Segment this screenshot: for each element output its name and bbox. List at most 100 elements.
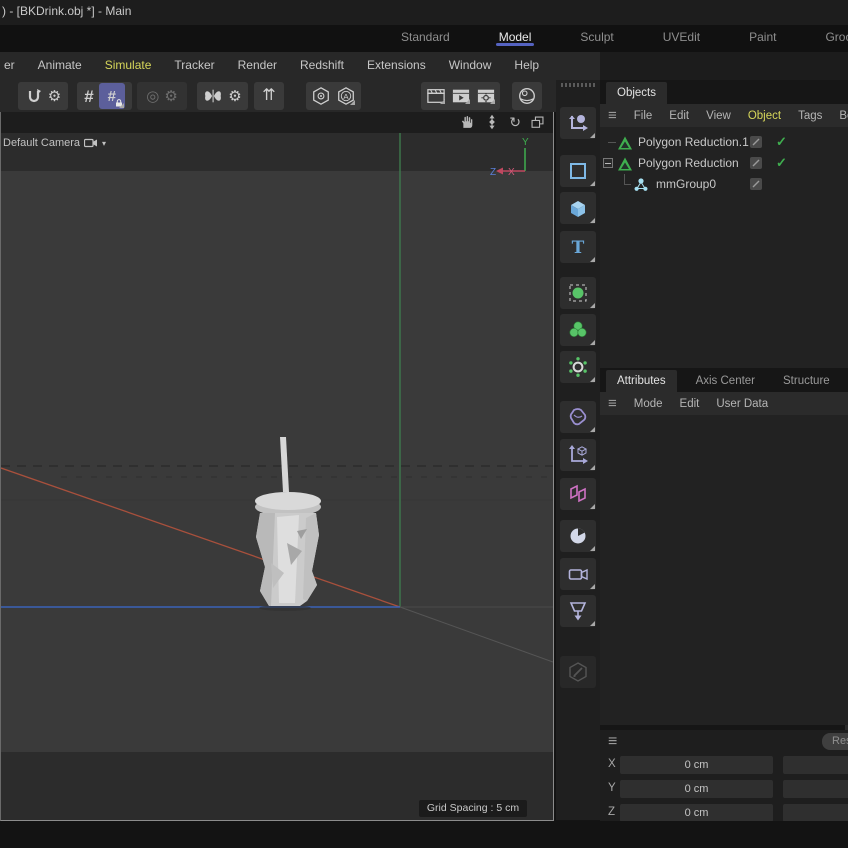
objects-menu-file[interactable]: File — [634, 110, 653, 122]
edit-toggle-icon[interactable] — [750, 178, 762, 190]
viewport-3d-area[interactable] — [1, 133, 553, 820]
collapse-expander-icon[interactable] — [603, 158, 613, 168]
attributes-menu-edit[interactable]: Edit — [680, 398, 700, 410]
environment-tool-button[interactable] — [560, 520, 596, 552]
objects-menu-view[interactable]: View — [706, 110, 731, 122]
objects-menu-bookmarks[interactable]: Book — [839, 110, 848, 122]
tree-row-mmgroup0[interactable]: mmGroup0 — [600, 174, 848, 195]
floor-drop-icon — [567, 600, 589, 622]
rotate-view-icon[interactable]: ↻ — [509, 115, 521, 129]
enabled-check-icon[interactable]: ✓ — [776, 134, 787, 150]
instance-tool-button[interactable] — [560, 439, 596, 471]
camera-tool-button[interactable] — [560, 558, 596, 590]
menu-help[interactable]: Help — [512, 52, 541, 78]
tab-objects[interactable]: Objects — [606, 82, 667, 104]
edit-toggle-icon[interactable] — [750, 157, 762, 169]
camera-icon — [84, 138, 98, 148]
edit-pencil-hexagon-icon — [567, 661, 589, 683]
palette-grip-handle[interactable] — [561, 83, 595, 87]
spline-blob-icon — [567, 406, 589, 428]
svg-text:T: T — [572, 238, 585, 258]
tool-palette: T — [556, 80, 600, 820]
symmetry-butterfly-icon — [203, 87, 223, 105]
layout-tab-bar: Standard Model Sculpt UVEdit Paint Groom — [0, 25, 848, 52]
arrange-button[interactable]: ⇈ — [254, 82, 284, 110]
quantize-button-group[interactable]: # # — [77, 82, 132, 110]
axis-gizmo: Y X Z — [489, 134, 545, 182]
render-view-button[interactable] — [426, 87, 446, 105]
workplane-lock-button[interactable]: # — [99, 83, 125, 109]
drink-cup-model[interactable] — [255, 437, 321, 611]
x-position-field[interactable]: 0 cm — [620, 756, 773, 774]
objects-menu-object[interactable]: Object — [748, 110, 781, 122]
tab-paint[interactable]: Paint — [740, 25, 785, 48]
tab-sculpt[interactable]: Sculpt — [571, 25, 622, 48]
objects-menu-tags[interactable]: Tags — [798, 110, 822, 122]
tab-uvedit[interactable]: UVEdit — [654, 25, 709, 48]
dolly-icon[interactable] — [484, 114, 500, 130]
hamburger-menu-icon[interactable]: ≡ — [608, 734, 617, 750]
deformer-gear-icon — [567, 356, 589, 378]
attributes-menu-user-data[interactable]: User Data — [716, 398, 768, 410]
attributes-menu-mode[interactable]: Mode — [634, 398, 663, 410]
tree-row-polygon-reduction[interactable]: Polygon Reduction ✓ — [600, 153, 848, 174]
tree-row-polygon-reduction-1[interactable]: Polygon Reduction.1 ✓ — [600, 132, 848, 153]
menu-animate[interactable]: Animate — [36, 52, 84, 78]
render-settings-button[interactable] — [476, 87, 496, 105]
edit-toggle-icon[interactable] — [750, 136, 762, 148]
mograph-tool-button[interactable] — [560, 478, 596, 510]
snap-button-group[interactable]: ⚙ — [18, 82, 68, 110]
render-play-button[interactable] — [451, 87, 471, 105]
interactive-render-button[interactable] — [512, 82, 542, 110]
tab-attributes[interactable]: Attributes — [606, 370, 677, 392]
axis-center-icon: ◎ — [146, 89, 159, 104]
z-position-field[interactable]: 0 cm — [620, 804, 773, 822]
enabled-check-icon[interactable]: ✓ — [776, 155, 787, 171]
object-label: mmGroup0 — [656, 177, 716, 191]
volume-tool-button[interactable] — [560, 314, 596, 346]
render-button-group[interactable] — [421, 82, 500, 110]
symmetry-button-group[interactable]: ⚙ — [197, 82, 248, 110]
pan-hand-icon[interactable] — [459, 114, 475, 130]
tab-axis-center[interactable]: Axis Center — [685, 370, 766, 392]
spline-blob-tool-button[interactable] — [560, 401, 596, 433]
cube-primitive-tool-button[interactable] — [560, 192, 596, 224]
objects-menu-edit[interactable]: Edit — [669, 110, 689, 122]
menu-window[interactable]: Window — [447, 52, 494, 78]
viewport-header: ↻ — [1, 112, 553, 133]
x-axis-label: X — [608, 758, 616, 770]
toggle-view-icon[interactable] — [530, 115, 545, 130]
y-axis-label: Y — [608, 782, 616, 794]
move-axis-tool-button[interactable] — [560, 107, 596, 139]
floor-drop-tool-button[interactable] — [560, 595, 596, 627]
reset-button[interactable]: Rese — [822, 733, 848, 750]
hamburger-menu-icon[interactable]: ≡ — [608, 396, 617, 411]
menu-item-cutoff[interactable]: er — [2, 52, 17, 78]
menu-tracker[interactable]: Tracker — [172, 52, 216, 78]
x-secondary-field[interactable] — [783, 756, 848, 774]
text-tool-button[interactable]: T — [560, 231, 596, 263]
tab-structure[interactable]: Structure — [772, 370, 841, 392]
tab-standard[interactable]: Standard — [392, 25, 459, 48]
main-toolbar: ⚙ # # ◎ ⚙ ⚙ ⇈ — [0, 80, 556, 112]
gizmo-z-label: Z — [490, 167, 496, 178]
y-position-field[interactable]: 0 cm — [620, 780, 773, 798]
field-sphere-icon — [567, 282, 589, 304]
tab-groom[interactable]: Groom — [816, 25, 848, 48]
hexagon-a-button[interactable]: A — [336, 86, 356, 106]
deformer-tool-button[interactable] — [560, 351, 596, 383]
y-secondary-field[interactable] — [783, 780, 848, 798]
z-secondary-field[interactable] — [783, 804, 848, 822]
viewport-scene — [1, 133, 553, 820]
hamburger-menu-icon[interactable]: ≡ — [608, 108, 617, 123]
menu-render[interactable]: Render — [236, 52, 279, 78]
tab-model[interactable]: Model — [490, 25, 541, 48]
camera-label[interactable]: Default Camera ▾ — [3, 137, 106, 149]
interactive-render-icon — [517, 86, 537, 106]
field-tool-button[interactable] — [560, 277, 596, 309]
menu-redshift[interactable]: Redshift — [298, 52, 346, 78]
asset-button-group[interactable]: A — [306, 82, 361, 110]
spline-rectangle-tool-button[interactable] — [560, 155, 596, 187]
menu-simulate[interactable]: Simulate — [103, 52, 154, 78]
menu-extensions[interactable]: Extensions — [365, 52, 428, 78]
